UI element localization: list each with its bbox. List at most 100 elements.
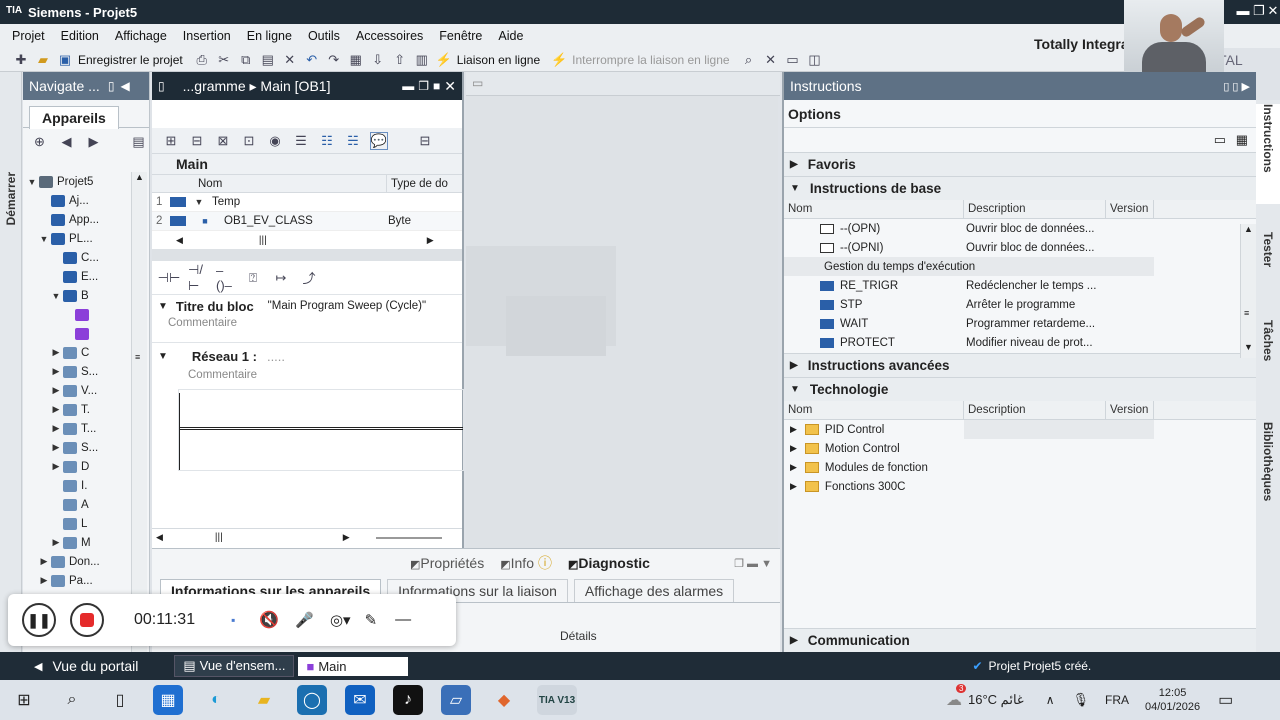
editor-pin-icon[interactable]: ▯ — [158, 79, 165, 93]
description-col[interactable]: Description — [964, 199, 1106, 219]
pen-icon[interactable]: ✎ — [365, 611, 378, 629]
new-item-icon[interactable]: ⊕ — [31, 133, 48, 151]
tree-item[interactable]: ▶ T... — [23, 419, 133, 438]
technology-section[interactable]: ▼ Technologie — [784, 377, 1256, 401]
tree-item[interactable]: ▶ C — [23, 343, 133, 362]
open-folder-icon[interactable]: ▰ — [34, 51, 52, 69]
technology-row[interactable]: ▶ PID Control — [784, 420, 1256, 439]
insert-column-icon[interactable]: ⊡ — [240, 132, 258, 150]
search-icon[interactable]: ⌕ — [57, 685, 87, 715]
task-view-icon[interactable]: ▯ — [105, 685, 135, 715]
split-vertical-icon[interactable]: ◫ — [806, 51, 824, 69]
microphone-tray-icon[interactable]: 🎙 — [1073, 692, 1090, 708]
param-type[interactable]: Byte — [384, 215, 448, 227]
interface-row[interactable]: 1 ▼ Temp — [152, 193, 462, 212]
instructions-window-controls[interactable]: ▯ ▯ ▶ — [1223, 80, 1250, 93]
split-horizontal-icon[interactable]: ▭ — [784, 51, 802, 69]
param-name[interactable]: OB1_EV_CLASS — [218, 215, 384, 227]
instructions-scrollbar[interactable]: ▲ ≡ ▼ — [1240, 224, 1256, 358]
store-icon[interactable]: ▦ — [153, 685, 183, 715]
tree-item[interactable]: ▶ M — [23, 533, 133, 552]
menu-5[interactable]: Outils — [300, 29, 348, 43]
weather-cloud-icon[interactable]: ☁ 3 — [946, 684, 967, 710]
diagnostic-tab[interactable]: ◩Diagnostic — [562, 553, 656, 573]
interface-row[interactable]: 2 ■ OB1_EV_CLASS Byte — [152, 212, 462, 231]
copy-icon[interactable]: ⧉ — [237, 51, 255, 69]
tree-item[interactable]: ▶ Don... — [23, 552, 133, 571]
tree-item[interactable]: ▶ S... — [23, 362, 133, 381]
expanded-icon[interactable]: ▼ — [39, 234, 49, 244]
comment-toggle-icon[interactable]: 💬 — [370, 131, 388, 150]
download-icon[interactable]: ⇩ — [369, 51, 387, 69]
advanced-instructions-section[interactable]: ▶ Instructions avancées — [784, 353, 1256, 377]
version-col[interactable]: Version — [1106, 199, 1154, 219]
tree-item[interactable]: ▼ PL... — [23, 229, 133, 248]
upload-icon[interactable]: ⇧ — [391, 51, 409, 69]
go-online-button[interactable]: Liaison en ligne — [457, 53, 540, 67]
insert-network-icon[interactable]: ⊞ — [162, 132, 180, 150]
instruction-row[interactable]: RE_TRIGR Redéclencher le temps ... — [784, 276, 1256, 295]
pause-button[interactable]: ❚❚ — [22, 603, 56, 637]
info-tab[interactable]: ◩Info ⓘ — [494, 551, 558, 575]
param-name[interactable]: Temp — [206, 196, 384, 208]
close-branch-icon[interactable]: ⤴ — [300, 269, 318, 287]
network-comment[interactable]: Commentaire — [152, 369, 462, 389]
collapsed-icon[interactable]: ▶ — [790, 462, 797, 473]
portal-view-button[interactable]: Vue du portail — [52, 658, 138, 674]
technology-row[interactable]: ▶ Motion Control — [784, 439, 1256, 458]
collapsed-icon[interactable]: ▶ — [39, 575, 49, 586]
menu-8[interactable]: Aide — [490, 29, 531, 43]
instruction-row[interactable]: PROTECT Modifier niveau de prot... — [784, 333, 1256, 352]
main-tab[interactable]: ■ Main — [298, 656, 409, 676]
collapsed-icon[interactable]: ▶ — [51, 442, 61, 453]
monitor-icon[interactable]: ◉ — [266, 132, 284, 150]
tree-item[interactable]: ▶ T. — [23, 400, 133, 419]
stop-record-button[interactable] — [70, 603, 104, 637]
tech-name-col[interactable]: Nom — [784, 400, 964, 420]
tree-item[interactable] — [23, 324, 133, 343]
instruction-group[interactable]: Gestion du temps d'exécution — [784, 257, 1154, 276]
windows-start-icon[interactable]: ⊞ — [9, 685, 39, 715]
instruction-row[interactable]: WAIT Programmer retardeme... — [784, 314, 1256, 333]
collapsed-icon[interactable]: ▶ — [51, 347, 61, 358]
collapsed-icon[interactable]: ▶ — [51, 404, 61, 415]
navigator-collapse-icon[interactable]: ◀ — [120, 79, 129, 93]
list-view-icon[interactable]: ☰ — [292, 132, 310, 150]
redo-icon[interactable]: ↷ — [325, 51, 343, 69]
menu-0[interactable]: Projet — [4, 29, 53, 43]
alarm-display-tab[interactable]: Affichage des alarmes — [573, 579, 735, 602]
technology-row[interactable]: ▶ Modules de fonction — [784, 458, 1256, 477]
tree-item[interactable]: ▶ V... — [23, 381, 133, 400]
communication-section[interactable]: ▶ Communication — [784, 628, 1256, 652]
navigator-scrollbar[interactable]: ▲ ≡ — [131, 172, 147, 652]
instruction-row[interactable]: --(OPN) Ouvrir bloc de données... — [784, 219, 1256, 238]
edge-icon[interactable]: ◐ — [201, 685, 231, 715]
collapsed-icon[interactable]: ▶ — [51, 385, 61, 396]
expanded-icon[interactable]: ▼ — [192, 197, 206, 207]
back-arrow-icon[interactable]: ◀ — [34, 660, 42, 673]
tech-description-col[interactable]: Description — [964, 400, 1106, 420]
overview-pin-icon[interactable]: ▭ — [472, 76, 483, 90]
menu-3[interactable]: Insertion — [175, 29, 239, 43]
task-tab-3[interactable]: Bibliothèques — [1256, 422, 1280, 501]
open-branch-icon[interactable]: ↦ — [272, 269, 290, 287]
menu-7[interactable]: Fenêtre — [431, 29, 490, 43]
tree-item[interactable]: Aj... — [23, 191, 133, 210]
tree-item[interactable]: ▼ B — [23, 286, 133, 305]
tech-version-col[interactable]: Version — [1106, 400, 1154, 420]
tree-item[interactable]: ▼ Projet5 — [23, 172, 133, 191]
connect-online-icon[interactable]: ⚡ — [435, 51, 453, 69]
go-offline-icon[interactable]: ⚡ — [550, 51, 568, 69]
expanded-icon[interactable]: ▼ — [27, 177, 37, 187]
app-blue-icon[interactable]: ◯ — [297, 685, 327, 715]
menu-4[interactable]: En ligne — [239, 29, 300, 43]
network-title[interactable]: ..... — [267, 349, 285, 364]
technology-row[interactable]: ▶ Fonctions 300C — [784, 477, 1256, 496]
compile-icon[interactable]: ▦ — [347, 51, 365, 69]
plc-sim-icon[interactable]: ▱ — [441, 685, 471, 715]
task-tab-2[interactable]: Tâches — [1256, 320, 1280, 361]
file-explorer-icon[interactable]: ▰ — [249, 685, 279, 715]
view-single-icon[interactable]: ▭ — [1214, 132, 1226, 148]
collapse-network-icon[interactable]: ▼ — [158, 351, 168, 362]
collapsed-icon[interactable]: ▶ — [790, 443, 797, 454]
